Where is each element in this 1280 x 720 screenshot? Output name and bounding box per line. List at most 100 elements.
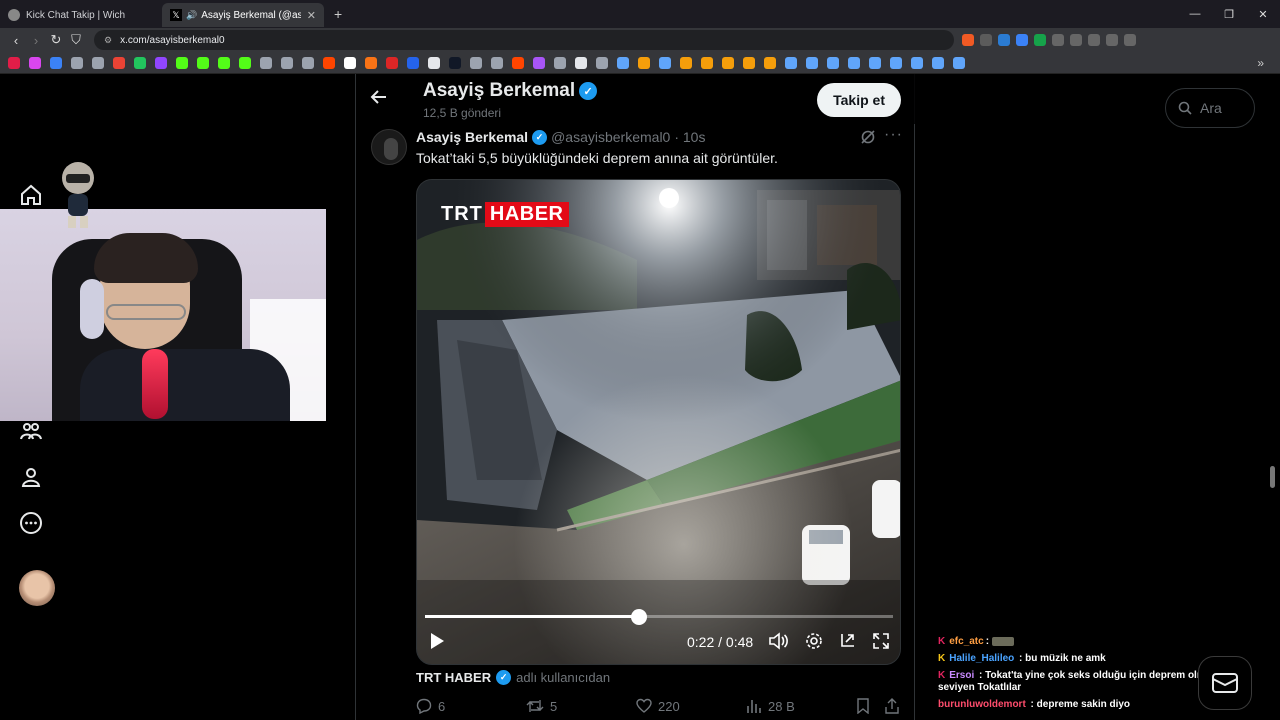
bookmark-folder-icon[interactable] (596, 56, 608, 69)
bookmark-icon[interactable] (428, 56, 440, 69)
bookmark-icon[interactable] (533, 56, 545, 69)
settings-gear-icon[interactable] (805, 632, 823, 650)
new-tab-button[interactable]: + (334, 6, 342, 22)
back-arrow-icon[interactable] (370, 88, 388, 111)
author-avatar[interactable] (371, 129, 407, 165)
bookmark-steam-icon[interactable] (827, 56, 839, 69)
bookmark-icon[interactable] (701, 56, 713, 69)
bookmark-icon[interactable] (92, 56, 104, 69)
messages-button[interactable] (1198, 656, 1252, 710)
bookmark-icon[interactable] (281, 56, 293, 69)
bookmark-steam-icon[interactable] (869, 56, 881, 69)
forward-icon[interactable]: › (26, 33, 46, 48)
bookmark-kick-icon[interactable] (218, 56, 230, 69)
bookmark-x-icon[interactable] (302, 56, 314, 69)
bookmark-kick-icon[interactable] (176, 56, 188, 69)
author-name[interactable]: Asayiş Berkemal (416, 129, 528, 145)
profile-icon[interactable] (18, 464, 44, 490)
bookmark-kick-icon[interactable] (197, 56, 209, 69)
source-name[interactable]: TRT HABER (416, 670, 491, 685)
bookmark-icon[interactable] (71, 56, 83, 69)
bookmark-twitch-icon[interactable] (155, 56, 167, 69)
extension-icon[interactable] (980, 34, 992, 46)
maximize-button[interactable]: ❐ (1212, 0, 1246, 28)
sidebar-icon[interactable] (1070, 34, 1082, 46)
video-player[interactable]: TRT HABER 0:22 / 0:48 (416, 179, 901, 665)
more-options-icon[interactable] (18, 510, 44, 536)
extension-icon[interactable] (1016, 34, 1028, 46)
address-bar[interactable]: ⚙ x.com/asayisberkemal0 (94, 30, 954, 50)
bookmark-steam-icon[interactable] (617, 56, 629, 69)
tab-x-profile[interactable]: 𝕏 🔊 Asayiş Berkemal (@asayisberk ✕ (162, 3, 324, 27)
close-tab-icon[interactable]: ✕ (307, 9, 316, 22)
bookmark-steam-icon[interactable] (911, 56, 923, 69)
bookmarks-overflow-icon[interactable]: » (1257, 56, 1264, 70)
play-icon[interactable] (429, 632, 445, 650)
bookmark-steam-icon[interactable] (659, 56, 671, 69)
search-box[interactable]: Ara (1165, 88, 1255, 128)
reload-icon[interactable]: ↻ (46, 32, 66, 48)
wallet-icon[interactable] (1106, 34, 1118, 46)
back-icon[interactable]: ‹ (6, 33, 26, 48)
bookmark-icon[interactable] (407, 56, 419, 69)
bookmark-icon[interactable] (680, 56, 692, 69)
bookmark-icon[interactable] (491, 56, 503, 69)
bookmark-icon[interactable] (260, 56, 272, 69)
bookmark-icon[interactable] (638, 56, 650, 69)
volume-icon[interactable] (769, 632, 789, 650)
like-button[interactable]: 220 (636, 698, 680, 714)
author-handle[interactable]: @asayisberkemal0 (551, 129, 670, 145)
home-icon[interactable] (18, 182, 44, 208)
media-icon[interactable] (1088, 34, 1100, 46)
video-progress-bar[interactable] (425, 609, 893, 625)
minimize-button[interactable]: — (1178, 0, 1212, 28)
tab-kick-chat[interactable]: Kick Chat Takip | Wich (0, 3, 162, 27)
site-info-icon[interactable]: ⚙ (104, 35, 112, 46)
grok-icon[interactable] (860, 129, 876, 148)
views-button[interactable]: 28 B (746, 698, 795, 714)
bookmark-icon[interactable] (722, 56, 734, 69)
bookmark-icon[interactable] (470, 56, 482, 69)
more-icon[interactable]: ··· (884, 126, 903, 144)
extension-icon[interactable] (1034, 34, 1046, 46)
picture-in-picture-icon[interactable] (838, 632, 856, 650)
bookmark-icon[interactable] (344, 56, 356, 69)
close-window-button[interactable]: ✕ (1246, 0, 1280, 28)
bookmark-button[interactable] (856, 698, 870, 714)
bookmark-reddit-icon[interactable] (323, 56, 335, 69)
bookmark-icon[interactable] (764, 56, 776, 69)
bookmark-kick-icon[interactable] (239, 56, 251, 69)
extension-icon[interactable] (998, 34, 1010, 46)
bookmark-steam-icon[interactable] (848, 56, 860, 69)
bookmark-steam-icon[interactable] (806, 56, 818, 69)
reply-button[interactable]: 6 (416, 698, 445, 714)
tweet-time[interactable]: · 10s (674, 129, 705, 145)
menu-icon[interactable] (1124, 34, 1136, 46)
bookmark-icon[interactable] (50, 56, 62, 69)
bookmark-icon[interactable] (449, 56, 461, 69)
bookmark-gmail-icon[interactable] (113, 56, 125, 69)
bookmark-icon[interactable] (743, 56, 755, 69)
bookmark-icon[interactable] (554, 56, 566, 69)
bookmark-steam-icon[interactable] (953, 56, 965, 69)
repost-button[interactable]: 5 (526, 698, 557, 714)
bookmark-steam-icon[interactable] (890, 56, 902, 69)
brave-shield-icon[interactable] (962, 34, 974, 46)
bookmark-instagram-icon[interactable] (29, 56, 41, 69)
bookmark-icon[interactable] (512, 56, 524, 69)
bookmark-icon[interactable] (386, 56, 398, 69)
follow-button[interactable]: Takip et (817, 83, 901, 117)
communities-icon[interactable] (18, 418, 44, 444)
bookmark-drive-icon[interactable] (134, 56, 146, 69)
page-scrollbar[interactable] (1270, 466, 1275, 488)
bookmark-icon[interactable] (365, 56, 377, 69)
bookmark-steam-icon[interactable] (932, 56, 944, 69)
bookmark-youtube-icon[interactable] (8, 56, 20, 69)
bookmark-steam-icon[interactable] (785, 56, 797, 69)
account-avatar[interactable] (19, 570, 55, 606)
bookmark-icon[interactable] (575, 56, 587, 69)
extensions-puzzle-icon[interactable] (1052, 34, 1064, 46)
tweet[interactable]: Asayiş Berkemal ✓ @asayisberkemal0 · 10s… (356, 124, 916, 720)
share-button[interactable] (884, 698, 900, 714)
fullscreen-icon[interactable] (872, 632, 890, 650)
